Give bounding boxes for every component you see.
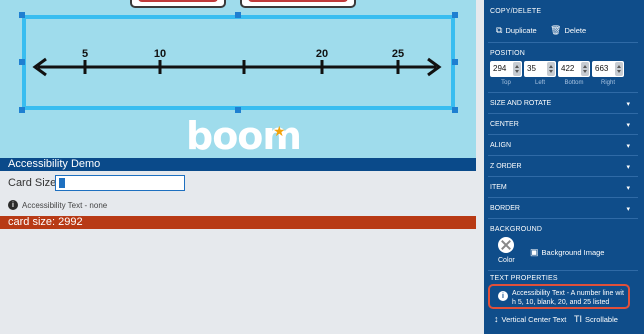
chevron-down-icon: ▾ xyxy=(626,143,630,150)
divider xyxy=(488,92,638,93)
accessibility-text: Accessibility Text - none xyxy=(22,200,108,210)
right-label: Right xyxy=(600,80,615,86)
label-20: 20 xyxy=(316,48,328,60)
card-size-label: Card Size xyxy=(8,177,57,189)
image-icon: ▣ xyxy=(530,247,539,257)
left-field[interactable]: 35 xyxy=(524,61,556,77)
divider xyxy=(488,113,638,114)
text-cursor xyxy=(59,178,65,188)
chevron-down-icon: ▾ xyxy=(626,185,630,192)
divider xyxy=(488,270,638,271)
item-section[interactable]: ITEM ▾ xyxy=(490,184,630,192)
label-25: 25 xyxy=(392,48,404,60)
align-section[interactable]: ALIGN ▾ xyxy=(490,142,630,150)
vertical-center-text-button[interactable]: ↕ Vertical Center Text xyxy=(494,314,566,324)
accessibility-icon: i xyxy=(498,291,508,301)
chevron-down-icon: ▾ xyxy=(626,206,630,213)
divider xyxy=(488,197,638,198)
left-stepper[interactable] xyxy=(547,62,555,76)
scrollable-button[interactable]: TI Scrollable xyxy=(574,314,618,324)
top-field[interactable]: 294 xyxy=(490,61,522,77)
z-order-section[interactable]: Z ORDER ▾ xyxy=(490,163,630,171)
label-5: 5 xyxy=(82,48,88,60)
text-properties-heading: TEXT PROPERTIES xyxy=(490,275,558,282)
divider xyxy=(488,155,638,156)
background-heading: BACKGROUND xyxy=(490,226,543,233)
duplicate-icon: ⧉ xyxy=(496,25,503,35)
divider xyxy=(488,218,638,219)
position-heading: POSITION xyxy=(490,50,526,57)
chevron-down-icon: ▾ xyxy=(626,101,630,108)
center-section[interactable]: CENTER ▾ xyxy=(490,121,630,129)
accessibility-text-line-2: h 5, 10, blank, 20, and 25 listed xyxy=(512,299,610,306)
duplicate-button[interactable]: ⧉ Duplicate xyxy=(496,25,537,36)
top-stepper[interactable] xyxy=(513,62,521,76)
divider xyxy=(488,176,638,177)
right-stepper[interactable] xyxy=(615,62,623,76)
left-label: Left xyxy=(534,80,545,86)
color-label: Color xyxy=(498,257,515,264)
accessibility-icon: i xyxy=(8,200,18,210)
color-swatch[interactable] xyxy=(498,237,514,253)
top-label: Top xyxy=(501,80,511,86)
card-size-input[interactable] xyxy=(55,175,185,191)
vertical-center-icon: ↕ xyxy=(494,314,499,324)
divider xyxy=(488,134,638,135)
bottom-label: Bottom xyxy=(564,80,584,86)
copy-delete-heading: COPY/DELETE xyxy=(490,8,542,15)
border-section[interactable]: BORDER ▾ xyxy=(490,205,630,213)
card-canvas[interactable]: 5 10 20 25 boom ★ xyxy=(0,0,476,158)
chevron-down-icon: ▾ xyxy=(626,122,630,129)
delete-button[interactable]: 🗑 Delete xyxy=(550,25,586,36)
accessibility-text-row: i Accessibility Text - none xyxy=(8,199,107,211)
background-image-button[interactable]: ▣ Background Image xyxy=(530,247,604,258)
accessibility-text-button[interactable]: i Accessibility Text - A number line wit… xyxy=(488,284,630,309)
size-rotate-section[interactable]: SIZE AND ROTATE ▾ xyxy=(490,100,630,108)
bottom-field[interactable]: 422 xyxy=(558,61,590,77)
chevron-down-icon: ▾ xyxy=(626,164,630,171)
scroll-text-icon: TI xyxy=(574,314,582,324)
trash-icon: 🗑 xyxy=(550,25,562,35)
accessibility-demo-bar: Accessibility Demo xyxy=(0,158,476,171)
label-10: 10 xyxy=(154,48,166,60)
properties-panel: COPY/DELETE ⧉ Duplicate 🗑 Delete POSITIO… xyxy=(484,0,644,334)
right-field[interactable]: 663 xyxy=(592,61,624,77)
card-size-status: card size: 2992 xyxy=(0,216,476,229)
bottom-stepper[interactable] xyxy=(581,62,589,76)
star-icon: ★ xyxy=(273,123,286,139)
accessibility-text-line-1: Accessibility Text - A number line wit xyxy=(512,290,624,297)
divider xyxy=(488,42,638,43)
